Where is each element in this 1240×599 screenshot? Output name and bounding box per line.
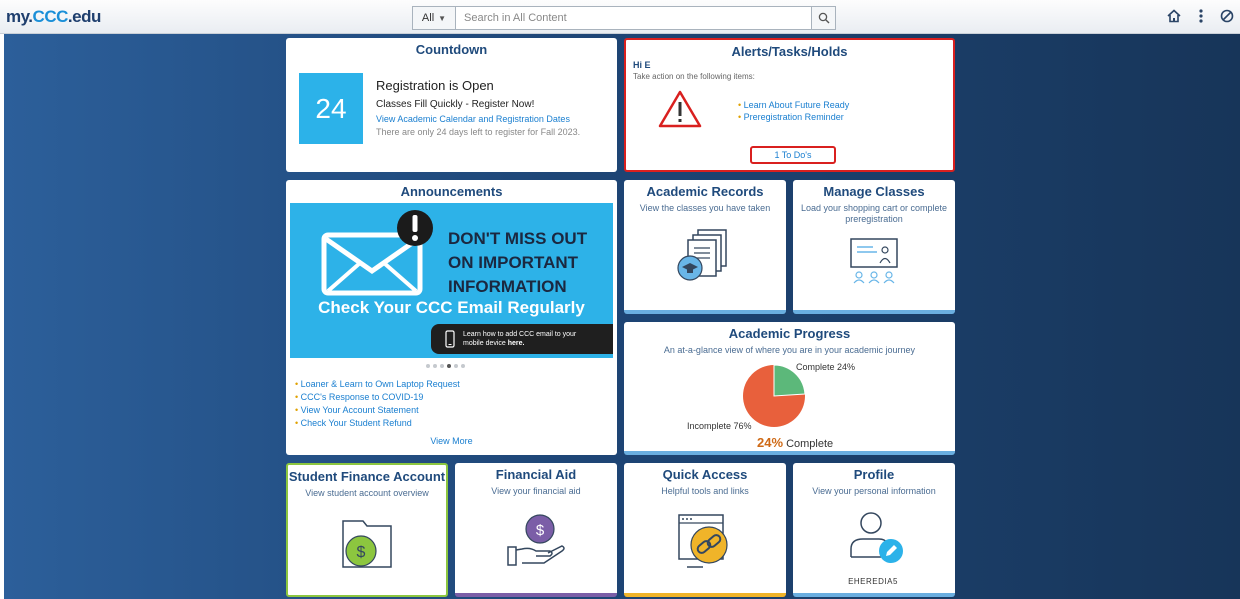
countdown-tile[interactable]: Countdown 24 Registration is Open Classe… — [286, 38, 617, 172]
carousel-dot-active[interactable] — [447, 364, 451, 368]
announcement-link[interactable]: View Your Account Statement — [295, 405, 460, 415]
announcement-banner[interactable]: DON'T MISS OUT ON IMPORTANT INFORMATION … — [290, 203, 613, 358]
tile-subtitle: View your financial aid — [491, 486, 581, 496]
logo-text-edu: .edu — [67, 7, 101, 26]
tile-subtitle: An at-a-glance view of where you are in … — [663, 345, 916, 355]
progress-percent-value: 24% — [757, 435, 784, 450]
alerts-instruction: Take action on the following items: — [633, 72, 755, 81]
alerts-greeting: Hi E — [633, 60, 651, 70]
dollar-folder-icon: $ — [342, 520, 392, 568]
search-button[interactable] — [812, 6, 836, 30]
top-navigation-bar: my.CCC.edu All ▼ — [0, 0, 1240, 34]
tile-subtitle: View student account overview — [305, 488, 429, 498]
alert-item[interactable]: Learn About Future Ready — [738, 100, 850, 110]
student-finance-account-tile[interactable]: Student Finance Account View student acc… — [286, 463, 448, 597]
homepage-background — [4, 34, 1240, 599]
manage-classes-tile[interactable]: Manage Classes Load your shopping cart o… — [793, 180, 955, 314]
logo-text-my: my. — [6, 7, 33, 26]
classroom-board-icon — [850, 238, 898, 284]
alert-item[interactable]: Preregistration Reminder — [738, 112, 849, 122]
academic-calendar-link[interactable]: View Academic Calendar and Registration … — [376, 114, 580, 124]
view-more-link[interactable]: View More — [286, 436, 617, 446]
svg-text:$: $ — [536, 522, 545, 539]
countdown-text: Registration is Open Classes Fill Quickl… — [376, 78, 580, 137]
tile-title: Announcements — [400, 184, 503, 199]
header-actions — [1166, 8, 1234, 24]
banner-here-link[interactable]: here. — [508, 340, 525, 347]
academic-progress-tile[interactable]: Academic Progress An at-a-glance view of… — [624, 322, 955, 455]
tile-title: Manage Classes — [823, 184, 925, 199]
tile-subtitle: View your personal information — [812, 486, 936, 496]
chevron-down-icon: ▼ — [438, 13, 447, 23]
carousel-dots — [426, 364, 465, 368]
profile-tile[interactable]: Profile View your personal information E… — [793, 463, 955, 597]
transcript-documents-icon — [677, 229, 727, 281]
announcement-link[interactable]: CCC's Response to COVID-19 — [295, 392, 460, 402]
banner-strip-line: Learn how to add CCC email to your — [463, 331, 577, 338]
tile-subtitle: Load your shopping cart or complete prer… — [800, 203, 948, 224]
academic-progress-pie-chart — [743, 364, 806, 427]
logo-text-ccc: CCC — [32, 7, 69, 26]
banner-strip-line: mobile device — [463, 340, 508, 347]
more-vertical-icon[interactable] — [1198, 8, 1204, 24]
site-logo[interactable]: my.CCC.edu — [6, 7, 101, 27]
exclamation-icon — [397, 210, 433, 246]
progress-percent-suffix: Complete — [783, 438, 834, 450]
complete-label: Complete 24% — [796, 362, 856, 372]
search-icon — [818, 12, 829, 24]
tile-title: Alerts/Tasks/Holds — [731, 44, 848, 59]
tile-title: Quick Access — [662, 467, 748, 482]
warning-icon — [658, 90, 702, 128]
banner-mobile-strip[interactable]: Learn how to add CCC email to your mobil… — [431, 324, 613, 354]
countdown-line: Classes Fill Quickly - Register Now! — [376, 99, 535, 110]
countdown-note: There are only 24 days left to register … — [376, 127, 581, 137]
carousel-dot[interactable] — [440, 364, 444, 368]
search-input[interactable] — [456, 6, 812, 30]
carousel-dot[interactable] — [433, 364, 437, 368]
incomplete-label: Incomplete 76% — [687, 421, 752, 431]
search-bar: All ▼ — [412, 6, 836, 30]
banner-headline: DON'T MISS OUT ON IMPORTANT INFORMATION — [448, 227, 587, 299]
svg-text:$: $ — [357, 544, 366, 561]
countdown-days-box: 24 — [299, 73, 363, 144]
carousel-dot[interactable] — [461, 364, 465, 368]
banner-strip-text: Learn how to add CCC email to your mobil… — [463, 330, 576, 348]
countdown-heading: Registration is Open — [376, 78, 494, 93]
mobile-phone-icon — [445, 330, 455, 348]
alerts-items-list: Learn About Future Ready Preregistration… — [738, 100, 850, 124]
progress-percent: 24% Complete — [757, 435, 833, 450]
navbar-compass-icon[interactable] — [1220, 8, 1234, 24]
banner-line: DON'T MISS OUT — [448, 229, 588, 248]
tile-title: Countdown — [415, 42, 488, 57]
link-chain-icon — [678, 514, 728, 568]
profile-username: EHEREDIA5 — [848, 577, 898, 586]
carousel-dot[interactable] — [454, 364, 458, 368]
hand-coin-icon: $ — [507, 514, 565, 566]
tile-subtitle: Helpful tools and links — [661, 486, 749, 496]
tile-title: Student Finance Account — [288, 469, 446, 484]
banner-subheading: Check Your CCC Email Regularly — [318, 298, 585, 317]
search-scope-label: All — [421, 12, 435, 24]
home-icon[interactable] — [1166, 8, 1182, 24]
announcement-link[interactable]: Loaner & Learn to Own Laptop Request — [295, 379, 460, 389]
banner-line: INFORMATION — [448, 277, 567, 296]
todos-button[interactable]: 1 To Do's — [750, 146, 836, 164]
academic-records-tile[interactable]: Academic Records View the classes you ha… — [624, 180, 786, 314]
carousel-dot[interactable] — [426, 364, 430, 368]
announcement-link[interactable]: Check Your Student Refund — [295, 418, 460, 428]
alerts-tasks-holds-tile[interactable]: Alerts/Tasks/Holds Hi E Take action on t… — [624, 38, 955, 172]
announcements-tile[interactable]: Announcements DON'T MISS OUT ON IMPORTAN… — [286, 180, 617, 455]
tile-title: Financial Aid — [495, 467, 577, 482]
tile-title: Profile — [853, 467, 895, 482]
banner-line: ON IMPORTANT — [448, 253, 579, 272]
tile-title: Academic Records — [646, 184, 764, 199]
quick-access-tile[interactable]: Quick Access Helpful tools and links — [624, 463, 786, 597]
tile-subtitle: View the classes you have taken — [639, 203, 771, 213]
announcement-links: Loaner & Learn to Own Laptop Request CCC… — [295, 379, 460, 431]
user-edit-icon — [850, 512, 903, 563]
financial-aid-tile[interactable]: Financial Aid View your financial aid $ — [455, 463, 617, 597]
tile-title: Academic Progress — [728, 326, 851, 341]
search-scope-dropdown[interactable]: All ▼ — [412, 6, 456, 30]
